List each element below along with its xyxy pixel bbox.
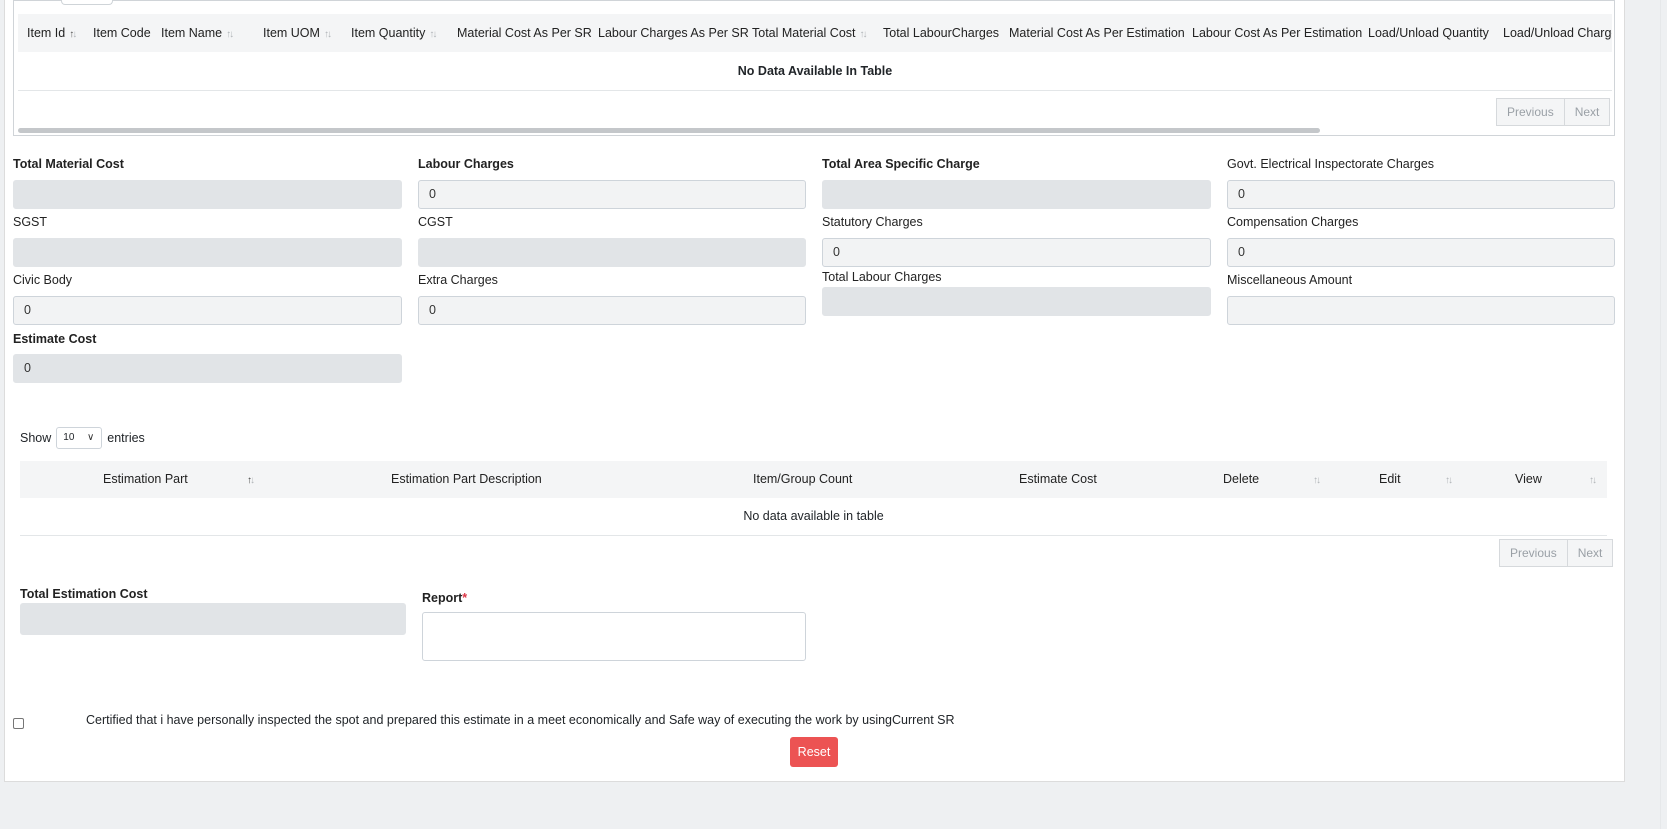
total-material-cost-label: Total Material Cost (13, 157, 124, 171)
estimate-cost-field: 0 (13, 354, 402, 383)
col-labour-cost-estimation: Labour Cost As Per Estimation (1192, 26, 1363, 40)
col-item-uom[interactable]: Item UOM ↑↓ (263, 14, 332, 52)
govt-electrical-inspectorate-field[interactable]: 0 (1227, 180, 1615, 209)
compensation-charges-field[interactable]: 0 (1227, 238, 1615, 267)
previous-button[interactable]: Previous (1496, 98, 1565, 126)
col-total-material-cost[interactable]: Total Material Cost ↑↓ (752, 14, 868, 52)
col-material-cost-sr: Material Cost As Per SR (457, 26, 592, 40)
next-button[interactable]: Next (1567, 539, 1614, 567)
previous-button[interactable]: Previous (1499, 539, 1568, 567)
sort-icon: ↑↓ (69, 29, 77, 40)
total-labour-charges-label: Total Labour Charges (822, 270, 942, 284)
labour-charges-field[interactable]: 0 (418, 180, 806, 209)
chevron-down-icon: ∨ (86, 432, 95, 443)
sort-icon: ↑↓ (323, 29, 332, 40)
civic-body-label: Civic Body (13, 273, 73, 287)
col-view[interactable]: View (1515, 461, 1542, 498)
col-item-group-count: Item/Group Count (753, 472, 853, 486)
sgst-field (13, 238, 402, 267)
entries-select-stub[interactable] (61, 0, 113, 5)
col-item-name[interactable]: Item Name ↑↓ (161, 14, 234, 52)
report-input[interactable] (422, 612, 806, 661)
total-material-cost-field (13, 180, 402, 209)
total-area-specific-charge-field (822, 180, 1211, 209)
extra-charges-label: Extra Charges (418, 273, 498, 287)
compensation-charges-label: Compensation Charges (1227, 215, 1359, 229)
estimate-cost-label: Estimate Cost (13, 332, 97, 346)
statutory-charges-label: Statutory Charges (822, 215, 923, 229)
sgst-label: SGST (13, 215, 48, 229)
col-estimate-cost: Estimate Cost (1019, 472, 1097, 486)
col-edit[interactable]: Edit (1379, 461, 1401, 498)
sort-asc-icon: ↑↓ (247, 475, 255, 486)
civic-body-field[interactable]: 0 (13, 296, 402, 325)
extra-charges-field[interactable]: 0 (418, 296, 806, 325)
total-estimation-cost-label: Total Estimation Cost (20, 587, 148, 601)
parts-table-empty: No data available in table (20, 498, 1607, 536)
cgst-label: CGST (418, 215, 453, 229)
items-pagination: Previous Next (1496, 98, 1611, 126)
sort-icon: ↑↓ (859, 29, 868, 40)
sort-icon: ↑↓ (429, 29, 437, 40)
col-load-unload-quantity: Load/Unload Quantity (1368, 26, 1489, 40)
cgst-field (418, 238, 806, 267)
sort-icon: ↑↓ (1313, 475, 1321, 486)
reset-button[interactable]: Reset (790, 737, 838, 767)
col-delete[interactable]: Delete (1223, 461, 1259, 498)
sort-icon: ↑↓ (226, 29, 234, 40)
horizontal-scrollbar[interactable] (18, 128, 1320, 133)
col-material-cost-estimation: Material Cost As Per Estimation (1009, 26, 1185, 40)
labour-charges-label: Labour Charges (418, 157, 514, 171)
page-edge (1660, 0, 1661, 829)
miscellaneous-amount-field[interactable] (1227, 296, 1615, 325)
col-item-quantity[interactable]: Item Quantity ↑↓ (351, 14, 437, 52)
col-item-code: Item Code (93, 26, 151, 40)
miscellaneous-amount-label: Miscellaneous Amount (1227, 273, 1353, 287)
entries-select[interactable]: 10 ∨ (56, 427, 103, 449)
parts-pagination: Previous Next (1499, 539, 1614, 567)
certify-checkbox[interactable] (13, 718, 24, 729)
certification-text: Certified that i have personally inspect… (86, 713, 955, 727)
col-load-unload-charge: Load/Unload Charge (1503, 26, 1612, 40)
sort-icon: ↑↓ (1589, 475, 1597, 486)
col-item-id[interactable]: Item Id ↑↓ (27, 14, 77, 52)
next-button[interactable]: Next (1564, 98, 1611, 126)
entries-length-control: Show 10 ∨ entries (20, 427, 145, 449)
govt-electrical-inspectorate-label: Govt. Electrical Inspectorate Charges (1227, 157, 1435, 171)
col-total-labour-charges: Total LabourCharges (883, 26, 1000, 40)
items-table-empty: No Data Available In Table (18, 52, 1612, 91)
total-estimation-cost-field (20, 603, 406, 635)
sort-icon: ↑↓ (1445, 475, 1453, 486)
total-labour-charges-field (822, 287, 1211, 316)
items-table-header: Item Id ↑↓ Item Code Item Name ↑↓ Item UOM… (18, 14, 1612, 52)
col-labour-charges-sr: Labour Charges As Per SR (598, 26, 749, 40)
col-estimation-part-description: Estimation Part Description (391, 472, 542, 486)
statutory-charges-field[interactable]: 0 (822, 238, 1211, 267)
col-estimation-part[interactable]: Estimation Part (103, 461, 188, 498)
parts-table-header: Estimation Part ↑↓ Estimation Part Descr… (20, 461, 1607, 498)
required-mark: * (462, 591, 468, 605)
report-label: Report* (422, 591, 468, 605)
total-area-specific-charge-label: Total Area Specific Charge (822, 157, 980, 171)
